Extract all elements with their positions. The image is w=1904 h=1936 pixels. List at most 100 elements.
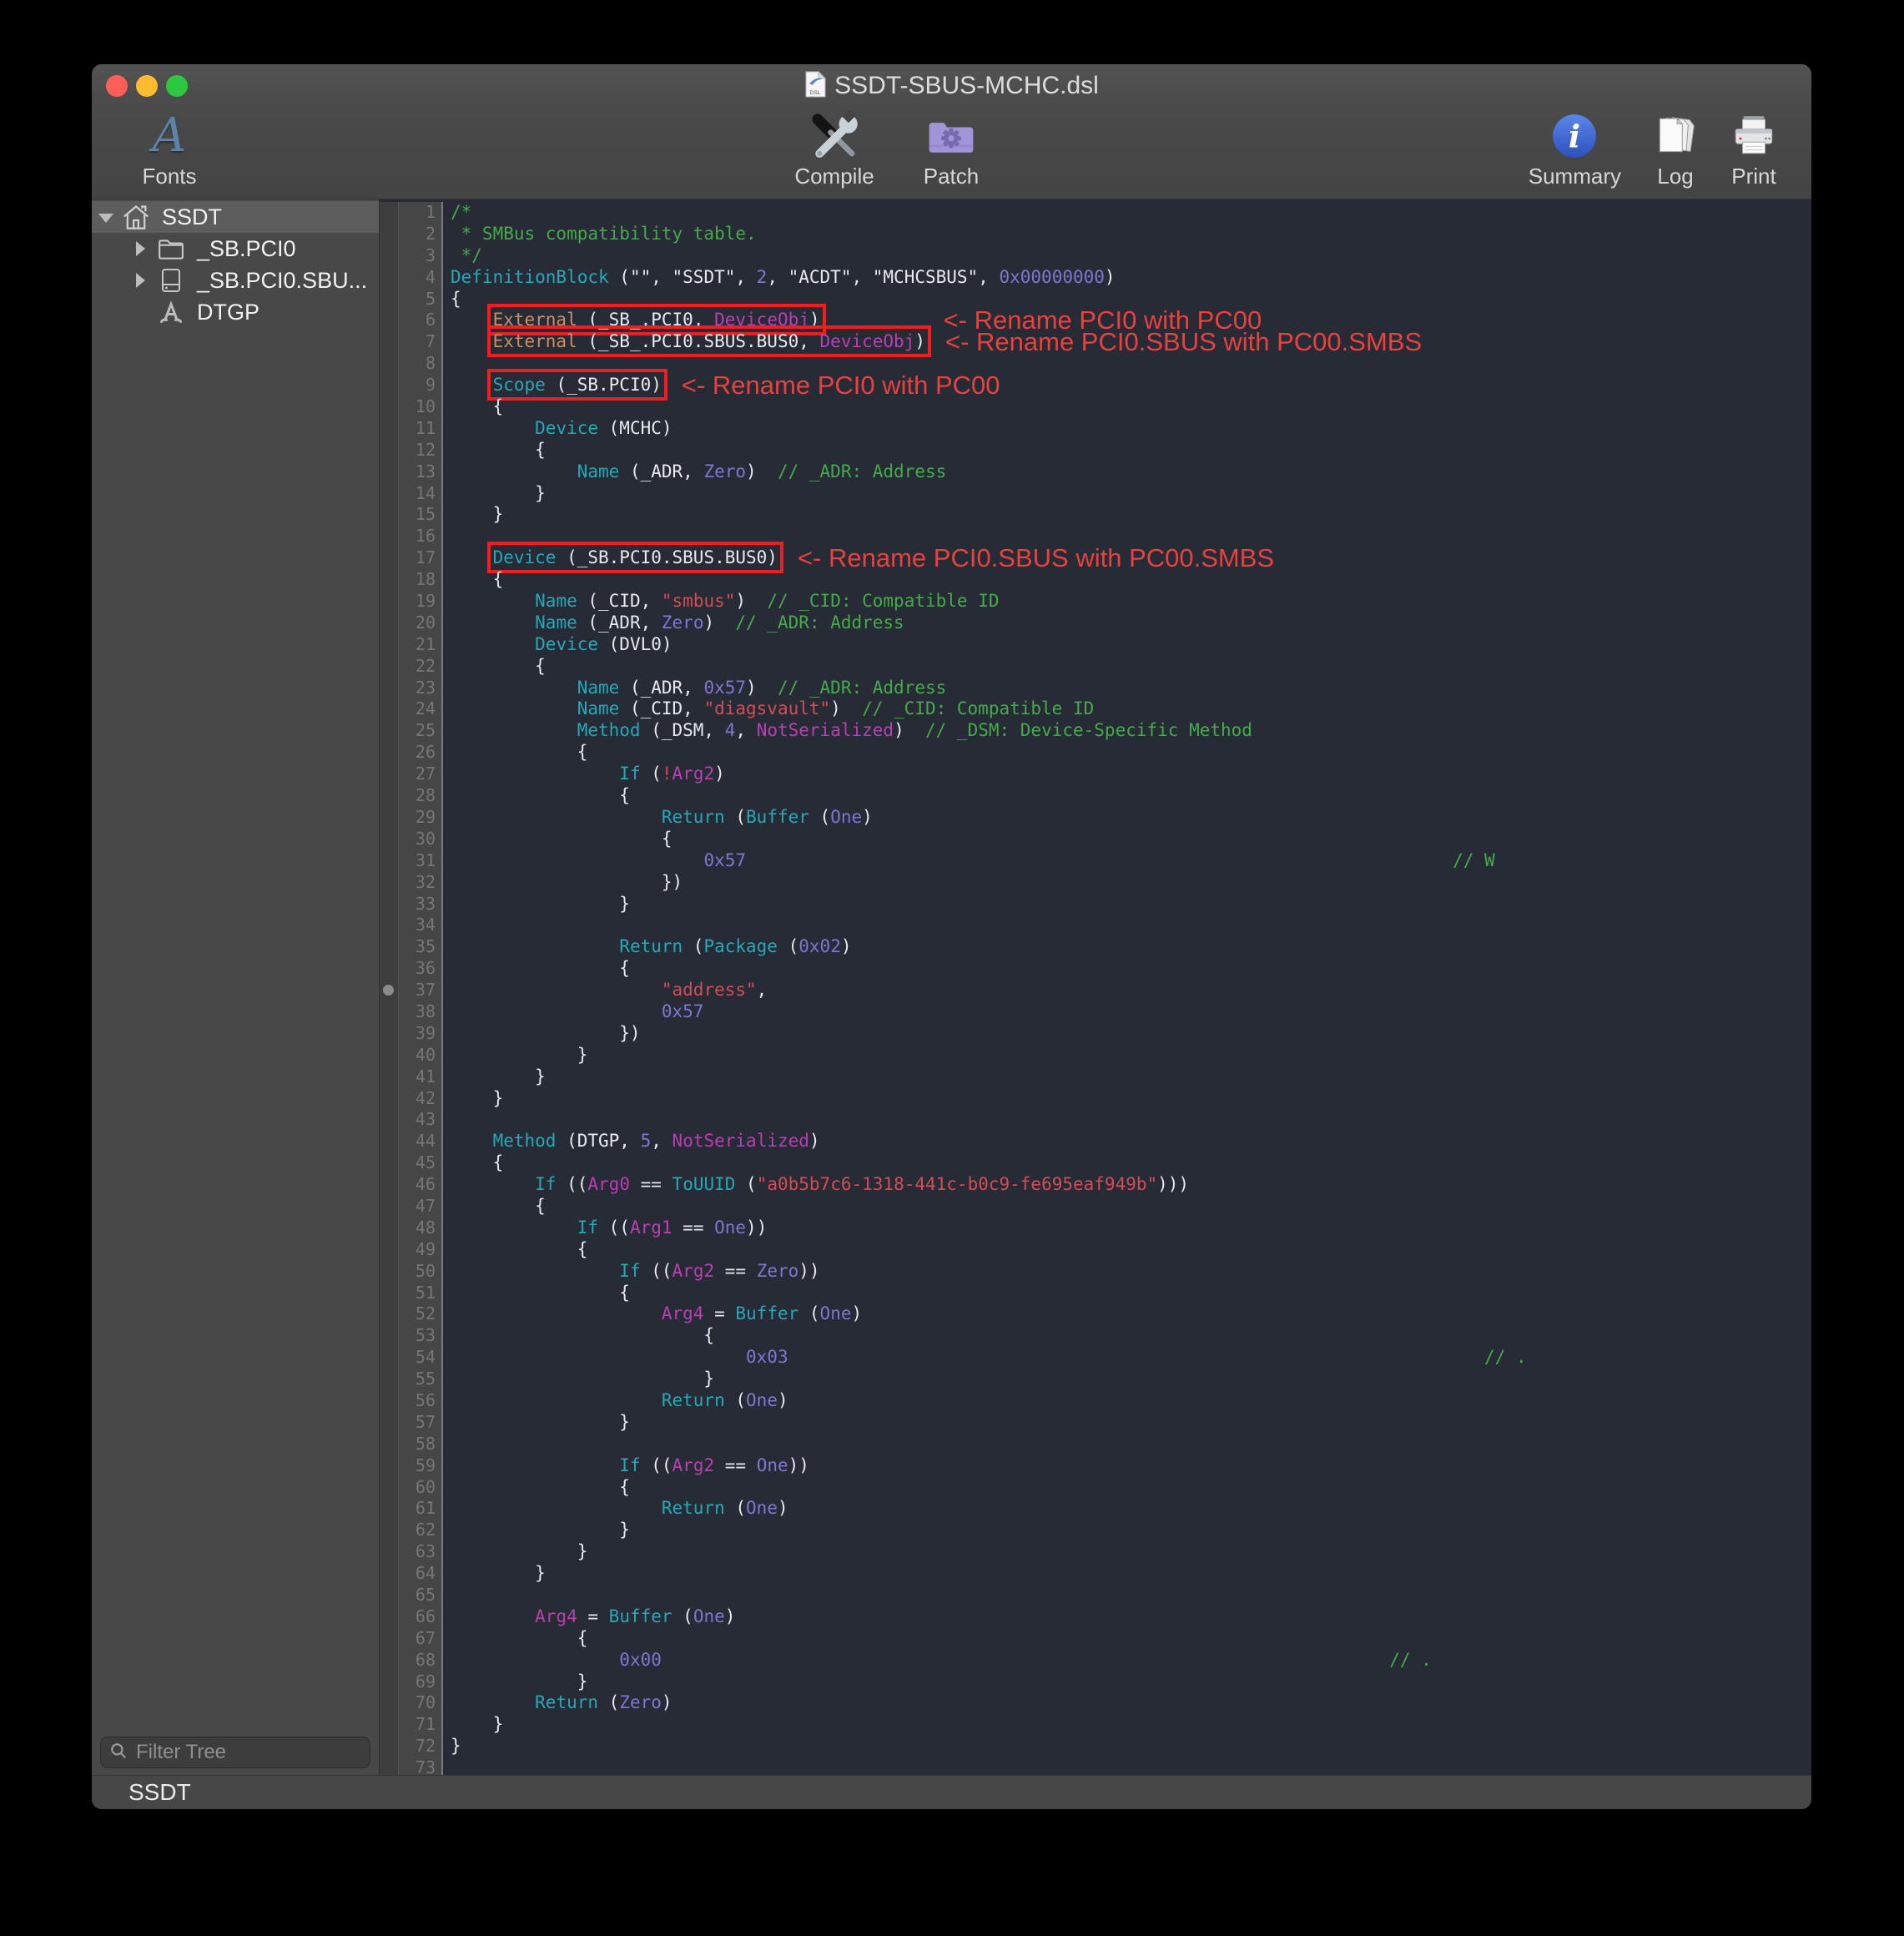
code-line-2[interactable]: 2 * SMBus compatibility table. [380,224,1811,245]
code-line-47[interactable]: 47 { [380,1196,1811,1218]
code-line-7[interactable]: 7 External (_SB_.PCI0.SBUS.BUS0, DeviceO… [380,331,1811,353]
code-line-36[interactable]: 36 { [380,958,1811,980]
marker-gutter [380,1218,398,1239]
code-line-20[interactable]: 20 Name (_ADR, Zero) // _ADR: Address [380,613,1811,634]
code-line-25[interactable]: 25 Method (_DSM, 4, NotSerialized) // _D… [380,720,1811,742]
code-line-51[interactable]: 51 { [380,1283,1811,1304]
code-line-27[interactable]: 27 If (!Arg2) [380,764,1811,785]
code-line-28[interactable]: 28 { [380,785,1811,807]
zoom-button[interactable] [166,75,188,97]
code-line-54[interactable]: 54 0x03 // . [380,1347,1811,1369]
code-line-4[interactable]: 4DefinitionBlock ("", "SSDT", 2, "ACDT",… [380,267,1811,289]
code-line-64[interactable]: 64 } [380,1563,1811,1585]
code-line-37[interactable]: 37 "address", [380,980,1811,1001]
code-line-17[interactable]: 17 Device (_SB.PCI0.SBUS.BUS0)<- Rename … [380,547,1811,569]
sidebar-item-sbpci0sbu[interactable]: _SB.PCI0.SBU... [92,265,379,296]
filter-tree-input[interactable] [134,1740,361,1765]
code-line-63[interactable]: 63 } [380,1541,1811,1563]
filter-tree-box[interactable] [100,1737,370,1768]
sidebar-item-ssdt[interactable]: SSDT [92,201,379,233]
sidebar-item-sbpci0[interactable]: _SB.PCI0 [92,233,379,265]
code-line-39[interactable]: 39 }) [380,1023,1811,1045]
code-line-49[interactable]: 49 { [380,1239,1811,1261]
code-line-26[interactable]: 26 { [380,742,1811,764]
code-line-30[interactable]: 30 { [380,829,1811,850]
code-line-70[interactable]: 70 Return (Zero) [380,1692,1811,1714]
close-button[interactable] [106,75,128,97]
code-text: External (_SB_.PCI0.SBUS.BUS0, DeviceObj… [443,331,925,353]
code-line-52[interactable]: 52 Arg4 = Buffer (One) [380,1303,1811,1325]
code-line-33[interactable]: 33 } [380,894,1811,915]
marker-gutter [380,785,398,807]
compile-button[interactable]: Compile [772,109,897,189]
code-line-13[interactable]: 13 Name (_ADR, Zero) // _ADR: Address [380,461,1811,483]
log-button[interactable]: Log [1651,109,1700,189]
code-line-69[interactable]: 69 } [380,1671,1811,1693]
line-number: 9 [398,375,443,396]
summary-button[interactable]: i Summary [1529,109,1621,189]
code-editor[interactable]: 1/*2 * SMBus compatibility table.3 */4De… [380,199,1811,1775]
code-line-15[interactable]: 15 } [380,504,1811,526]
code-line-38[interactable]: 38 0x57 [380,1001,1811,1023]
code-line-61[interactable]: 61 Return (One) [380,1498,1811,1520]
code-line-31[interactable]: 31 0x57 // W [380,850,1811,872]
code-line-48[interactable]: 48 If ((Arg1 == One)) [380,1218,1811,1239]
code-line-55[interactable]: 55 } [380,1369,1811,1390]
patch-button[interactable]: Patch [897,109,1005,189]
code-line-46[interactable]: 46 If ((Arg0 == ToUUID ("a0b5b7c6-1318-4… [380,1174,1811,1196]
code-line-60[interactable]: 60 { [380,1477,1811,1499]
code-line-41[interactable]: 41 } [380,1066,1811,1088]
code-line-3[interactable]: 3 */ [380,245,1811,267]
wrench-screwdriver-icon [808,109,860,163]
code-line-21[interactable]: 21 Device (DVL0) [380,634,1811,656]
code-line-9[interactable]: 9 Scope (_SB.PCI0)<- Rename PCI0 with PC… [380,375,1811,396]
code-line-57[interactable]: 57 } [380,1412,1811,1434]
fonts-button[interactable]: A Fonts [115,109,224,189]
code-line-43[interactable]: 43 [380,1109,1811,1131]
code-line-73[interactable]: 73 [380,1757,1811,1775]
line-number: 20 [398,613,443,634]
code-line-44[interactable]: 44 Method (DTGP, 5, NotSerialized) [380,1131,1811,1152]
code-line-32[interactable]: 32 }) [380,872,1811,894]
code-line-62[interactable]: 62 } [380,1520,1811,1541]
code-line-72[interactable]: 72} [380,1736,1811,1757]
code-line-45[interactable]: 45 { [380,1152,1811,1174]
code-line-40[interactable]: 40 } [380,1045,1811,1066]
code-line-23[interactable]: 23 Name (_ADR, 0x57) // _ADR: Address [380,678,1811,699]
marker-gutter [380,375,398,396]
code-text: Name (_CID, "diagsvault") // _CID: Compa… [443,698,1094,720]
minimize-button[interactable] [136,75,158,97]
chevron-right-icon[interactable] [127,265,154,296]
code-line-34[interactable]: 34 [380,915,1811,936]
code-line-50[interactable]: 50 If ((Arg2 == Zero)) [380,1261,1811,1283]
code-line-35[interactable]: 35 Return (Package (0x02) [380,936,1811,958]
line-number: 24 [398,698,443,720]
window-title: SSDT-SBUS-MCHC.dsl [834,72,1099,100]
print-button[interactable]: Print [1730,109,1778,189]
code-line-67[interactable]: 67 { [380,1628,1811,1650]
code-line-11[interactable]: 11 Device (MCHC) [380,418,1811,440]
code-line-68[interactable]: 68 0x00 // . [380,1650,1811,1671]
code-line-1[interactable]: 1/* [380,202,1811,224]
code-line-59[interactable]: 59 If ((Arg2 == One)) [380,1455,1811,1477]
code-line-42[interactable]: 42 } [380,1088,1811,1110]
chevron-down-icon[interactable] [92,201,118,233]
code-line-58[interactable]: 58 [380,1434,1811,1455]
code-line-10[interactable]: 10 { [380,396,1811,418]
code-line-29[interactable]: 29 Return (Buffer (One) [380,807,1811,829]
code-line-65[interactable]: 65 [380,1585,1811,1606]
code-line-53[interactable]: 53 { [380,1325,1811,1347]
code-line-22[interactable]: 22 { [380,656,1811,678]
code-line-66[interactable]: 66 Arg4 = Buffer (One) [380,1606,1811,1628]
code-line-56[interactable]: 56 Return (One) [380,1390,1811,1412]
marker-gutter [380,807,398,829]
chevron-right-icon[interactable] [127,233,154,265]
code-line-14[interactable]: 14 } [380,483,1811,505]
code-line-24[interactable]: 24 Name (_CID, "diagsvault") // _CID: Co… [380,698,1811,720]
marker-gutter [380,1498,398,1520]
code-line-71[interactable]: 71 } [380,1714,1811,1736]
sidebar-item-dtgp[interactable]: DTGP [92,296,379,328]
code-line-12[interactable]: 12 { [380,440,1811,461]
code-line-19[interactable]: 19 Name (_CID, "smbus") // _CID: Compati… [380,591,1811,613]
code-text: { [443,785,630,807]
